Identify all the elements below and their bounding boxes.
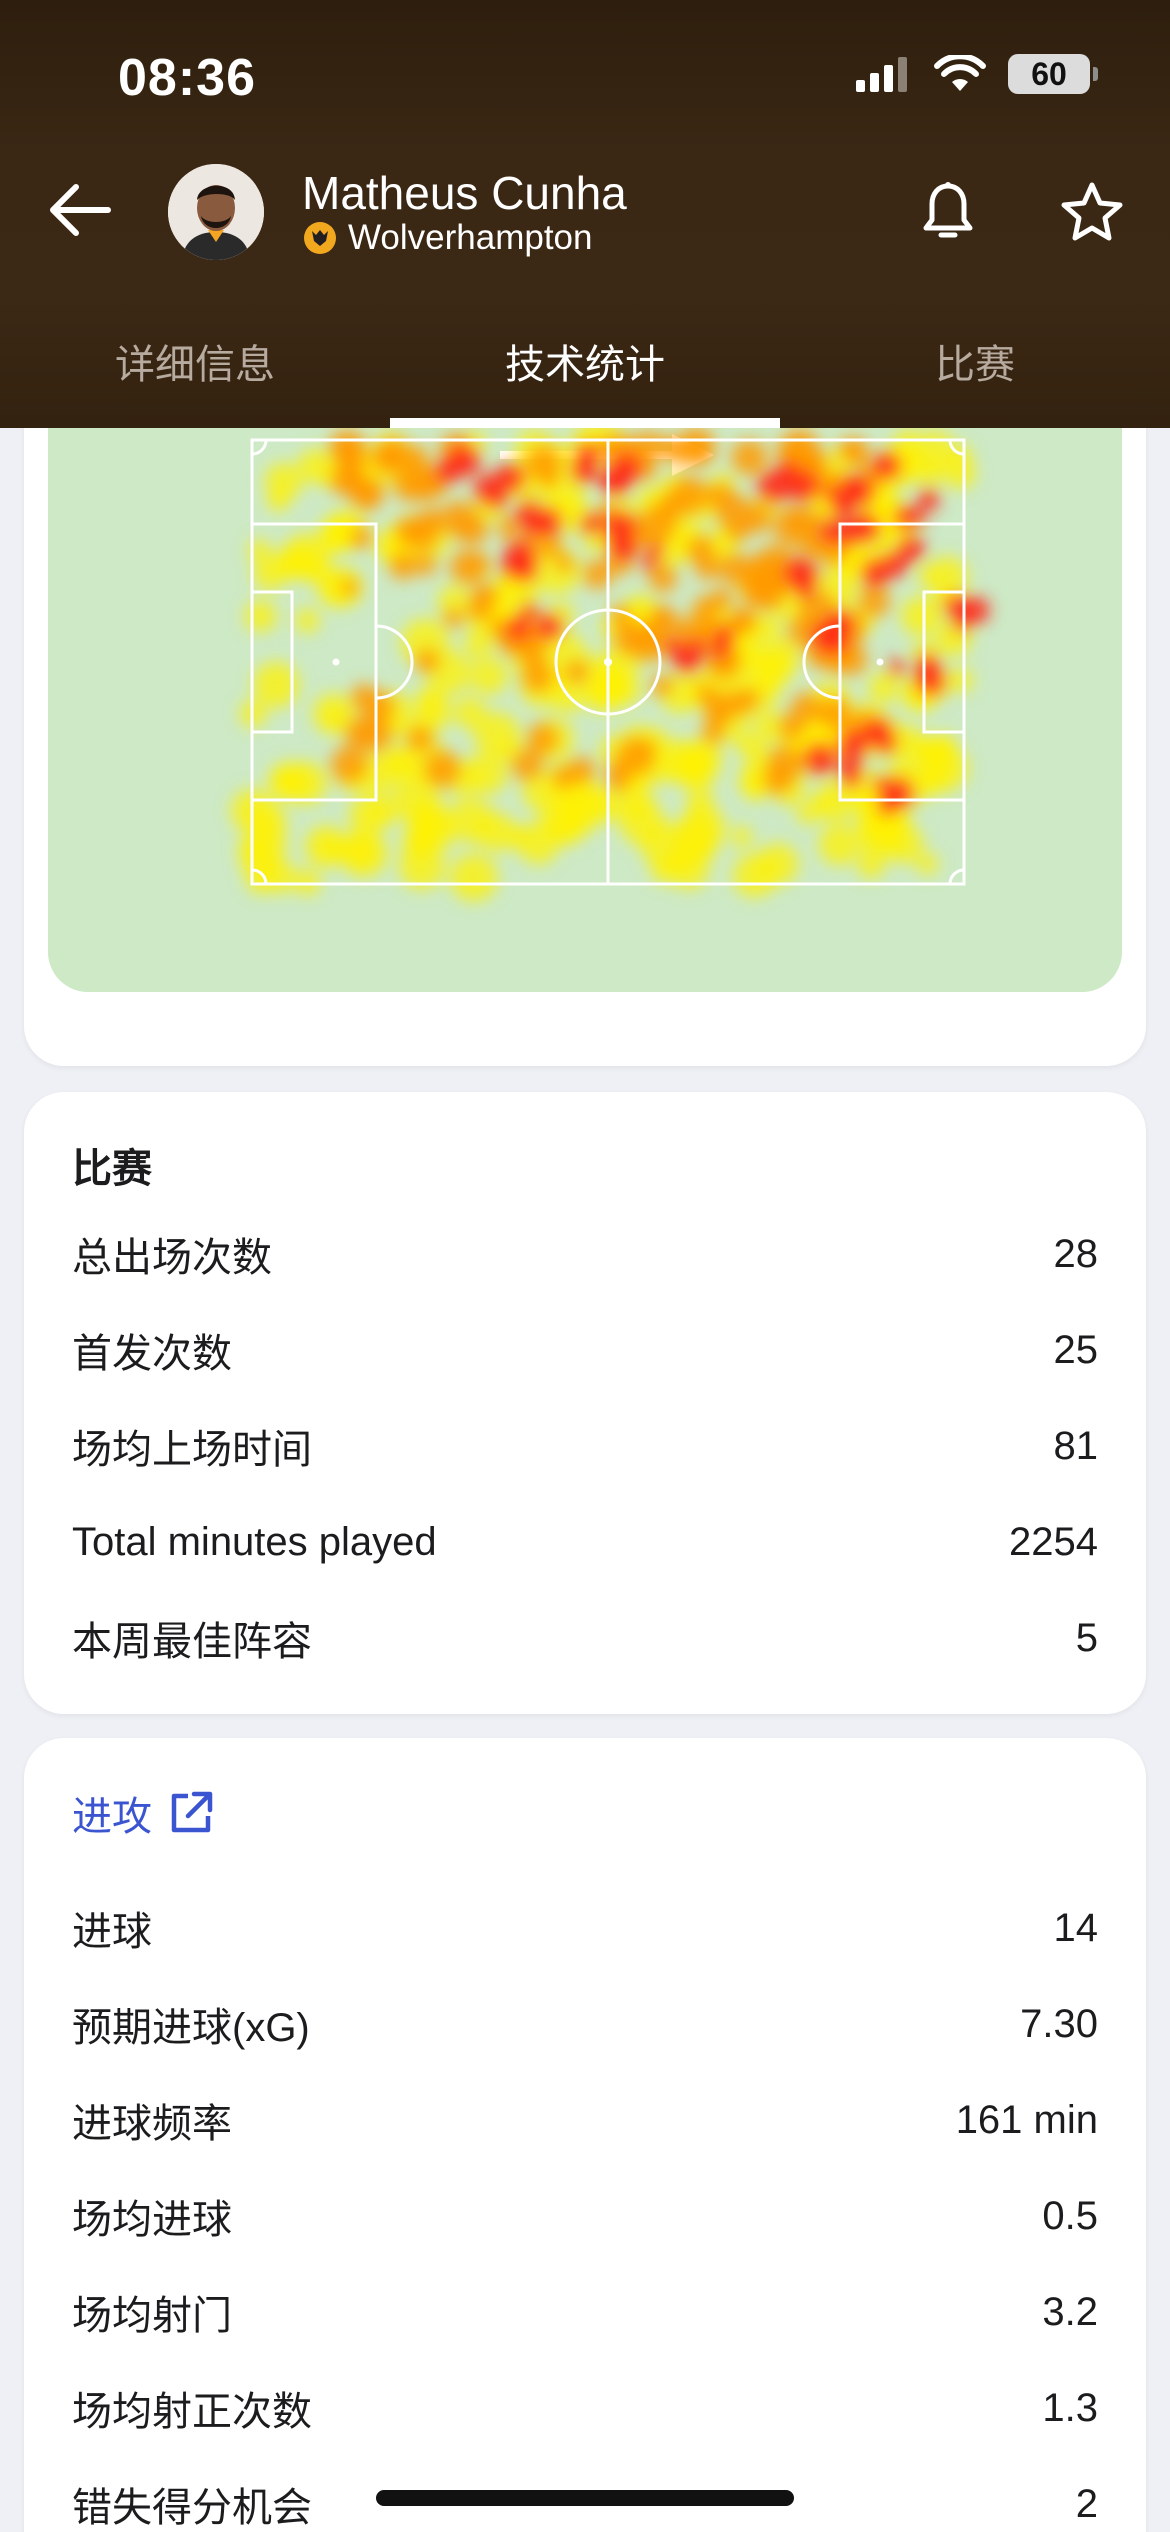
arrow-left-icon <box>50 184 111 236</box>
stat-row: 首发次数 25 <box>72 1302 1098 1398</box>
external-link-icon <box>171 1791 213 1833</box>
tab-stats[interactable]: 技术统计 <box>390 320 780 428</box>
stat-value: 14 <box>1053 1905 1099 1950</box>
heatmap-pitch <box>48 360 1122 992</box>
app-header: 08:36 60 Matheus Cunha Wolverhampton 详细信… <box>0 0 1170 428</box>
stat-label: 首发次数 <box>72 1332 232 1376</box>
attack-stats-title: 进攻 <box>72 1795 152 1839</box>
stat-value: 2254 <box>1009 1519 1098 1564</box>
battery-indicator: 60 <box>1008 54 1098 94</box>
stat-value: 1.3 <box>1042 2385 1098 2430</box>
stat-row: 场均射正次数 1.3 <box>72 2360 1098 2456</box>
home-indicator <box>376 2490 794 2506</box>
stat-row: 进球频率 161 min <box>72 2072 1098 2168</box>
tab-bar: 详细信息 技术统计 比赛 <box>0 320 1170 428</box>
stat-row: 总出场次数 28 <box>72 1206 1098 1302</box>
cellular-signal-icon <box>856 57 907 92</box>
attack-stats-list: 进球 14 预期进球(xG) 7.30 进球频率 161 min 场均进球 0.5 场均射门 3.… <box>72 1880 1098 2532</box>
stat-label: 场均上场时间 <box>72 1428 312 1472</box>
stat-row: 进球 14 <box>72 1880 1098 1976</box>
player-name: Matheus Cunha <box>302 167 627 219</box>
stat-label: 场均射正次数 <box>72 2390 312 2434</box>
stat-value: 81 <box>1053 1423 1099 1468</box>
stat-value: 0.5 <box>1042 2193 1098 2238</box>
wifi-icon <box>934 55 986 91</box>
stat-value: 3.2 <box>1042 2289 1098 2334</box>
stat-label: 场均射门 <box>72 2294 232 2338</box>
status-icons: 60 <box>856 54 1098 94</box>
stat-value: 161 min <box>955 2097 1098 2142</box>
match-stats-list: 总出场次数 28 首发次数 25 场均上场时间 81 Total minutes playe… <box>72 1206 1098 1686</box>
player-photo <box>168 164 264 260</box>
stat-value: 7.30 <box>1020 2001 1098 2046</box>
heatmap-card <box>24 360 1146 1066</box>
attack-stats-link[interactable]: 进攻 <box>72 1784 214 1842</box>
tab-matches[interactable]: 比赛 <box>780 320 1170 428</box>
notification-button[interactable] <box>912 176 984 248</box>
stat-row: 预期进球(xG) 7.30 <box>72 1976 1098 2072</box>
stat-row: 场均上场时间 81 <box>72 1398 1098 1494</box>
stat-value: 25 <box>1053 1327 1099 1372</box>
stat-row: 本周最佳阵容 5 <box>72 1590 1098 1686</box>
attack-stats-card: 进攻 进球 14 预期进球(xG) 7.30 进球频率 161 min 场均进球 0.5 场均射… <box>24 1738 1146 2532</box>
status-time: 08:36 <box>118 49 256 107</box>
player-avatar <box>168 164 264 260</box>
star-icon <box>1061 182 1123 241</box>
stat-label: 本周最佳阵容 <box>72 1620 312 1664</box>
stat-label: Total minutes played <box>72 1519 437 1564</box>
stat-label: 进球 <box>72 1910 152 1954</box>
stat-label: 错失得分机会 <box>72 2486 312 2530</box>
stat-label: 总出场次数 <box>72 1236 272 1280</box>
stat-value: 5 <box>1075 1615 1098 1660</box>
tab-details[interactable]: 详细信息 <box>0 320 390 428</box>
stat-row: Total minutes played 2254 <box>72 1494 1098 1590</box>
team-link[interactable]: Wolverhampton <box>304 218 592 258</box>
wolves-badge-icon <box>304 222 336 254</box>
favorite-button[interactable] <box>1054 174 1130 250</box>
stat-label: 进球频率 <box>72 2102 232 2146</box>
stat-value: 28 <box>1053 1231 1099 1276</box>
match-stats-card: 比赛 总出场次数 28 首发次数 25 场均上场时间 81 Total minutes pl… <box>24 1092 1146 1714</box>
team-name: Wolverhampton <box>348 218 593 257</box>
stat-value: 2 <box>1075 2481 1098 2526</box>
stat-row: 场均射门 3.2 <box>72 2264 1098 2360</box>
stat-label: 场均进球 <box>72 2198 232 2242</box>
stat-row: 场均进球 0.5 <box>72 2168 1098 2264</box>
back-button[interactable] <box>40 170 120 250</box>
bell-icon <box>923 182 973 238</box>
heatmap-svg <box>230 418 990 902</box>
match-stats-title: 比赛 <box>72 1147 152 1191</box>
stat-label: 预期进球(xG) <box>72 2006 310 2050</box>
